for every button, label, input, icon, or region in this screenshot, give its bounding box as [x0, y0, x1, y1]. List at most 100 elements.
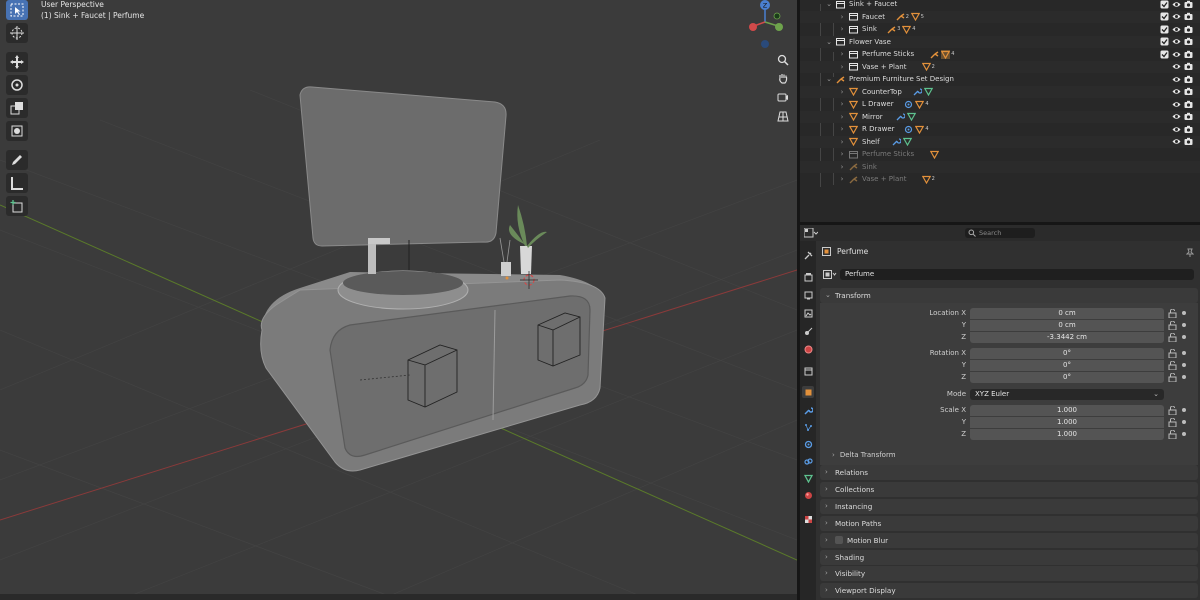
- wrench-icon[interactable]: [892, 137, 901, 146]
- tab-tool[interactable]: [802, 249, 814, 261]
- visibility-toggle[interactable]: [1172, 0, 1181, 9]
- keyframe-dot-icon[interactable]: [1182, 335, 1186, 339]
- add-cube-tool[interactable]: [6, 196, 28, 216]
- tab-particles[interactable]: [802, 421, 814, 433]
- render-toggle[interactable]: [1184, 137, 1193, 146]
- camera-view-button[interactable]: [775, 89, 791, 105]
- chevron-right-icon[interactable]: ›: [838, 138, 846, 146]
- tab-world[interactable]: [802, 343, 814, 355]
- render-toggle[interactable]: [1184, 125, 1193, 134]
- 3d-viewport[interactable]: User Perspective (1) Sink + Faucet | Per…: [0, 0, 797, 600]
- chevron-right-icon[interactable]: ›: [838, 50, 846, 58]
- visibility-toggle[interactable]: [1172, 62, 1181, 71]
- annotate-tool[interactable]: [6, 150, 28, 170]
- chevron-down-icon[interactable]: ⌄: [825, 38, 833, 46]
- zoom-button[interactable]: [775, 52, 791, 68]
- material-icon[interactable]: [904, 125, 913, 134]
- outliner-row[interactable]: › Vase + Plant 2: [800, 60, 1200, 73]
- move-tool[interactable]: [6, 52, 28, 72]
- tab-scene[interactable]: [802, 325, 814, 337]
- visibility-toggle[interactable]: [1172, 112, 1181, 121]
- panel-instancing[interactable]: › Instancing: [820, 498, 1198, 514]
- visibility-toggle[interactable]: [1172, 12, 1181, 21]
- location-z-field[interactable]: -3.3442 cm: [970, 332, 1164, 343]
- rotation-y-field[interactable]: 0°: [970, 360, 1164, 371]
- render-toggle[interactable]: [1184, 25, 1193, 34]
- select-box-tool[interactable]: [6, 0, 28, 20]
- chevron-right-icon[interactable]: ›: [838, 63, 846, 71]
- mesh-icon[interactable]: 4: [941, 49, 954, 59]
- render-toggle[interactable]: [1184, 12, 1193, 21]
- outliner-row[interactable]: › Sink 3 4: [800, 23, 1200, 36]
- keyframe-dot-icon[interactable]: [1182, 351, 1186, 355]
- tab-texture[interactable]: [802, 513, 814, 525]
- armature-icon[interactable]: 3: [887, 25, 900, 34]
- lock-icon[interactable]: [1168, 373, 1177, 382]
- exclude-checkbox[interactable]: [1160, 50, 1169, 59]
- armature-icon[interactable]: 2: [896, 12, 909, 21]
- scene-canvas[interactable]: [0, 0, 797, 600]
- exclude-checkbox[interactable]: [1160, 0, 1169, 9]
- location-x-field[interactable]: 0 cm: [970, 308, 1164, 319]
- outliner-row[interactable]: › Perfume Sticks 4: [800, 48, 1200, 61]
- motion-blur-checkbox[interactable]: [835, 535, 843, 544]
- mesh-icon[interactable]: 4: [915, 125, 929, 134]
- tab-modifiers[interactable]: [802, 404, 814, 416]
- exclude-checkbox[interactable]: [1160, 12, 1169, 21]
- visibility-toggle[interactable]: [1172, 125, 1181, 134]
- wrench-icon[interactable]: [913, 87, 922, 96]
- mesh-data-icon[interactable]: [902, 137, 912, 147]
- render-toggle[interactable]: [1184, 75, 1193, 84]
- visibility-toggle[interactable]: [1172, 25, 1181, 34]
- properties-search[interactable]: Search: [965, 228, 1035, 238]
- scale-tool[interactable]: [6, 98, 28, 118]
- panel-motion-blur[interactable]: › Motion Blur: [820, 532, 1198, 548]
- keyframe-dot-icon[interactable]: [1182, 420, 1186, 424]
- keyframe-dot-icon[interactable]: [1182, 432, 1186, 436]
- tab-constraints[interactable]: [802, 455, 814, 467]
- pin-icon[interactable]: [1186, 248, 1194, 257]
- chevron-right-icon[interactable]: ›: [838, 150, 846, 158]
- tab-collection[interactable]: [802, 365, 814, 377]
- lock-icon[interactable]: [1168, 418, 1177, 427]
- tab-view-layer[interactable]: [802, 307, 814, 319]
- keyframe-dot-icon[interactable]: [1182, 375, 1186, 379]
- material-icon[interactable]: [904, 100, 913, 109]
- panel-shading[interactable]: › Shading: [820, 549, 1198, 565]
- outliner-row[interactable]: › Perfume Sticks: [800, 148, 1200, 161]
- outliner-row[interactable]: › Vase + Plant 2: [800, 173, 1200, 186]
- render-toggle[interactable]: [1184, 112, 1193, 121]
- keyframe-dot-icon[interactable]: [1182, 323, 1186, 327]
- visibility-toggle[interactable]: [1172, 87, 1181, 96]
- visibility-toggle[interactable]: [1172, 75, 1181, 84]
- outliner-row[interactable]: › R Drawer 4: [800, 123, 1200, 136]
- mesh-icon[interactable]: [930, 150, 940, 159]
- visibility-toggle[interactable]: [1172, 37, 1181, 46]
- keyframe-dot-icon[interactable]: [1182, 311, 1186, 315]
- visibility-toggle[interactable]: [1172, 137, 1181, 146]
- exclude-checkbox[interactable]: [1160, 37, 1169, 46]
- panel-collections[interactable]: › Collections: [820, 481, 1198, 497]
- mesh-icon[interactable]: 2: [921, 175, 935, 184]
- transform-panel-header[interactable]: ⌄ Transform: [820, 288, 1198, 303]
- tab-physics[interactable]: [802, 438, 814, 450]
- armature-icon[interactable]: [930, 50, 939, 59]
- lock-icon[interactable]: [1168, 361, 1177, 370]
- scale-z-field[interactable]: 1.000: [970, 429, 1164, 440]
- outliner-row[interactable]: › CounterTop: [800, 85, 1200, 98]
- keyframe-dot-icon[interactable]: [1182, 363, 1186, 367]
- outliner-row[interactable]: › Sink: [800, 160, 1200, 173]
- object-name-field[interactable]: Perfume: [840, 269, 1194, 280]
- object-data-dropdown-icon[interactable]: [823, 270, 837, 279]
- exclude-checkbox[interactable]: [1160, 25, 1169, 34]
- tab-output[interactable]: [802, 289, 814, 301]
- chevron-right-icon[interactable]: ›: [838, 13, 846, 21]
- mesh-icon[interactable]: 5: [910, 12, 924, 22]
- lock-icon[interactable]: [1168, 333, 1177, 342]
- ortho-toggle-button[interactable]: [775, 108, 791, 124]
- chevron-right-icon[interactable]: ›: [838, 100, 846, 108]
- lock-icon[interactable]: [1168, 430, 1177, 439]
- outliner-row[interactable]: ⌄ Flower Vase: [800, 35, 1200, 48]
- chevron-right-icon[interactable]: ›: [838, 125, 846, 133]
- render-toggle[interactable]: [1184, 62, 1193, 71]
